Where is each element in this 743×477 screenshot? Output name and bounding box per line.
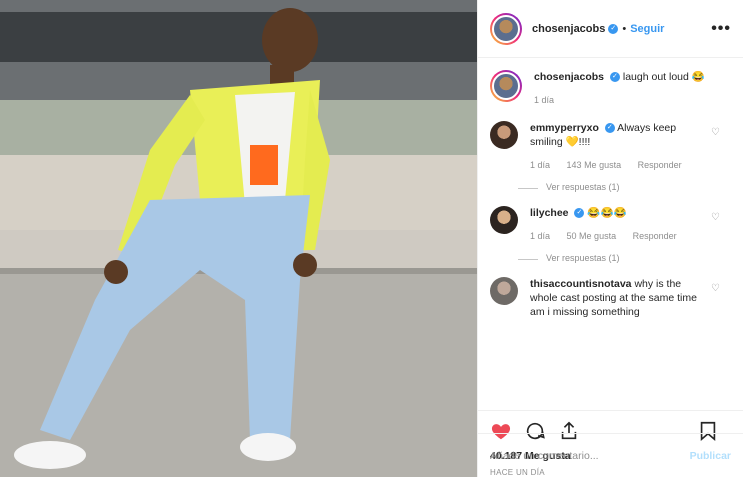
comment-item: thisaccountisnotava why is the whole cas…	[490, 277, 731, 319]
post-sidebar: chosenjacobs ✓ • Seguir ••• chosenjacobs…	[477, 0, 743, 477]
avatar[interactable]	[490, 121, 518, 149]
verified-icon: ✓	[608, 23, 619, 34]
post-header: chosenjacobs ✓ • Seguir •••	[478, 0, 743, 58]
comment-input[interactable]: Añade un comentario...	[490, 450, 599, 462]
verified-icon: ✓	[604, 123, 615, 134]
caption-time[interactable]: 1 día	[534, 95, 554, 105]
heart-icon[interactable]: ♡	[711, 283, 721, 294]
separator: •	[622, 22, 627, 35]
comment-time[interactable]: 1 día	[530, 160, 550, 170]
comment-time[interactable]: 1 día	[530, 231, 550, 241]
avatar[interactable]	[490, 206, 518, 234]
avatar[interactable]	[490, 277, 518, 305]
comment-likes[interactable]: 50 Me gusta	[567, 231, 617, 241]
comment-username[interactable]: thisaccountisnotava	[530, 278, 632, 290]
view-replies-button[interactable]: Ver respuestas (1)	[518, 182, 731, 192]
comment-username[interactable]: lilychee	[530, 207, 569, 219]
publish-button[interactable]: Publicar	[690, 450, 731, 462]
more-options-icon[interactable]: •••	[711, 20, 731, 38]
photo-illustration	[0, 0, 477, 477]
avatar[interactable]	[490, 12, 522, 45]
comment-likes[interactable]: 143 Me gusta	[567, 160, 622, 170]
comment-text: 😂😂😂	[587, 207, 627, 219]
reply-button[interactable]: Responder	[638, 160, 682, 170]
header-username[interactable]: chosenjacobs	[532, 23, 605, 35]
comment-form: Añade un comentario... Publicar	[478, 433, 743, 477]
post-photo[interactable]	[0, 0, 477, 477]
caption-username[interactable]: chosenjacobs	[534, 71, 604, 83]
comments-list[interactable]: chosenjacobs ✓ laugh out loud 😂 1 día em…	[478, 58, 743, 410]
caption-text: laugh out loud 😂	[622, 71, 705, 83]
comment-username[interactable]: emmyperryxo	[530, 122, 599, 134]
comment-item: lilychee ✓ 😂😂😂 1 día 50 Me gusta Respond…	[490, 206, 731, 243]
comment-item: emmyperryxo ✓ Always keep smiling 💛!!!! …	[490, 121, 731, 172]
view-replies-button[interactable]: Ver respuestas (1)	[518, 253, 731, 263]
caption: chosenjacobs ✓ laugh out loud 😂 1 día	[490, 70, 731, 107]
verified-icon: ✓	[609, 72, 620, 83]
verified-icon: ✓	[574, 208, 585, 219]
heart-icon[interactable]: ♡	[711, 212, 721, 223]
post-dialog: chosenjacobs ✓ • Seguir ••• chosenjacobs…	[0, 0, 743, 477]
heart-icon[interactable]: ♡	[711, 127, 721, 138]
follow-button[interactable]: Seguir	[630, 23, 664, 35]
reply-button[interactable]: Responder	[633, 231, 677, 241]
avatar[interactable]	[490, 70, 522, 102]
